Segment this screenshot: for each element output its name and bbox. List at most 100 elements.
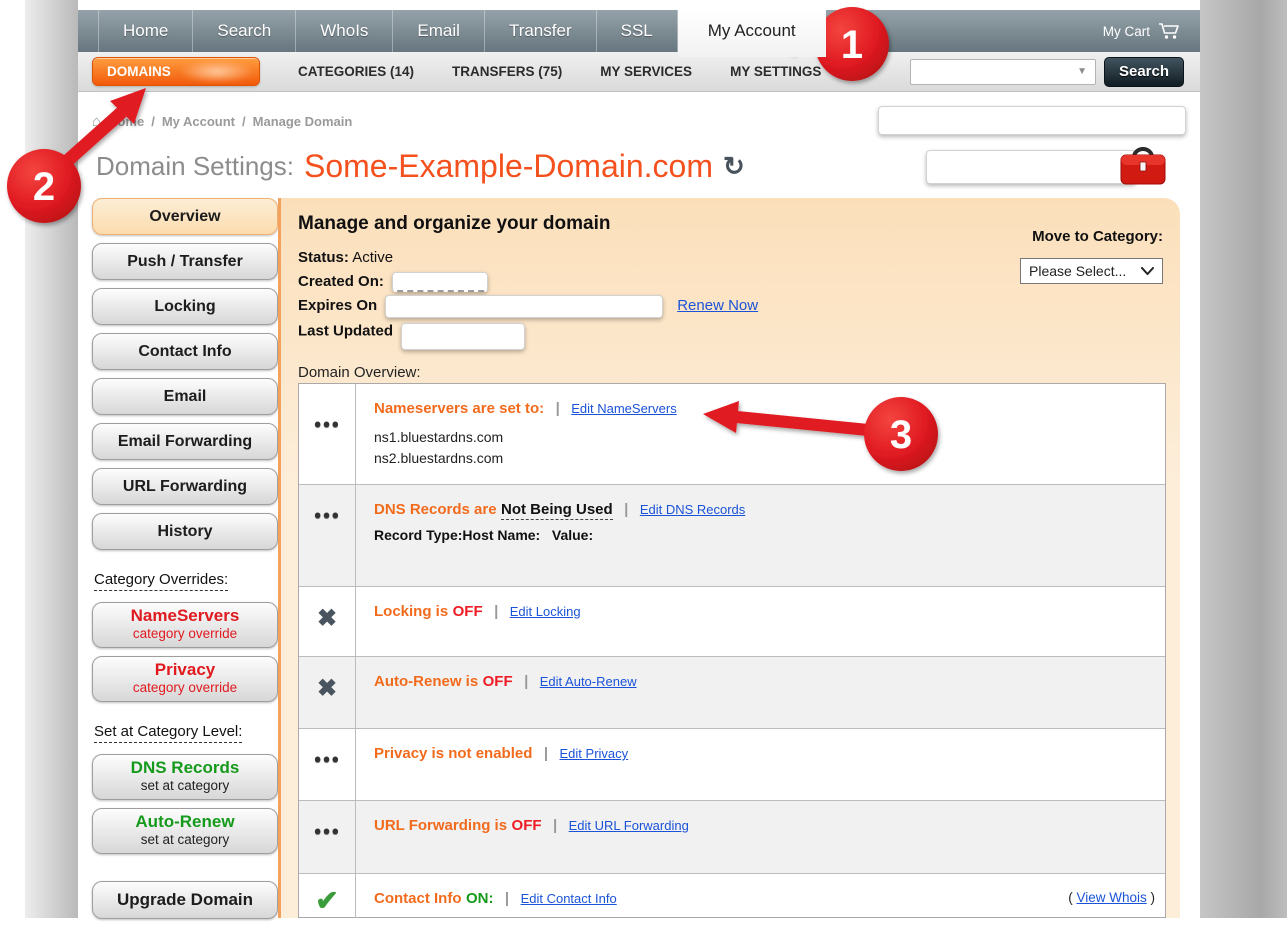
created-line: Created On: [298, 270, 758, 294]
window-edge-right [1200, 0, 1287, 918]
my-cart-label: My Cart [1103, 24, 1150, 39]
sidebar-item-dns-records-category[interactable]: DNS Records set at category [92, 754, 278, 800]
row-content: Nameservers are set to: | Edit NameServe… [356, 384, 1165, 484]
override-title: Privacy [93, 660, 277, 680]
created-label: Created On: [298, 273, 384, 290]
category-title: DNS Records [93, 758, 277, 778]
renew-now-link[interactable]: Renew Now [677, 297, 758, 314]
subnav-item-transfers[interactable]: TRANSFERS (75) [452, 64, 562, 79]
sidebar-item-auto-renew-category[interactable]: Auto-Renew set at category [92, 808, 278, 854]
override-sub: category override [93, 680, 277, 696]
top-nav: Home Search WhoIs Email Transfer SSL My … [78, 10, 1200, 52]
subnav-item-categories[interactable]: CATEGORIES (14) [298, 64, 414, 79]
redacted-updated-date [401, 323, 525, 350]
sidebar-item-email[interactable]: Email [92, 378, 278, 415]
nav-tab-transfer[interactable]: Transfer [485, 10, 597, 52]
expires-line: Expires OnRenew Now [298, 294, 758, 318]
updated-line: Last Updated [298, 318, 758, 345]
nav-tab-whois[interactable]: WhoIs [296, 10, 393, 52]
sidebar-item-contact-info[interactable]: Contact Info [92, 333, 278, 370]
edit-nameservers-link[interactable]: Edit NameServers [571, 401, 676, 416]
combo-dropdown-icon[interactable]: ▼ [1077, 66, 1087, 77]
category-overrides-label: Category Overrides: [94, 571, 228, 591]
redacted-expire-date [385, 295, 663, 318]
separator: | [505, 890, 509, 907]
row-content: URL Forwarding is OFF | Edit URL Forward… [356, 801, 1165, 873]
row-status: OFF [483, 673, 513, 690]
dns-record-headers: Record Type:Host Name: Value: [374, 527, 1151, 543]
icon-cell: ●●● [299, 729, 356, 800]
ellipsis-icon: ●●● [314, 823, 341, 838]
set-at-category-label: Set at Category Level: [94, 723, 242, 743]
row-content: Auto-Renew is OFF | Edit Auto-Renew [356, 657, 1165, 728]
domain-overview-label: Domain Overview: [298, 364, 421, 381]
sidebar-item-locking[interactable]: Locking [92, 288, 278, 325]
toolbox-icon[interactable] [1118, 141, 1168, 189]
nav-tab-email[interactable]: Email [393, 10, 485, 52]
domain-overview-table: ●●● Nameservers are set to: | Edit NameS… [298, 383, 1166, 918]
edit-privacy-link[interactable]: Edit Privacy [560, 746, 629, 761]
subnav-item-my-services[interactable]: MY SERVICES [600, 64, 692, 79]
nav-tab-my-account[interactable]: My Account [678, 10, 826, 57]
subnav-domains-button[interactable]: DOMAINS [92, 57, 260, 86]
row-title: Locking is [374, 603, 448, 620]
row-title: Contact Info [374, 890, 462, 907]
status-line: Status: Active [298, 246, 758, 270]
edit-dns-records-link[interactable]: Edit DNS Records [640, 502, 745, 517]
edit-contact-info-link[interactable]: Edit Contact Info [521, 891, 617, 906]
sidebar-item-nameservers-override[interactable]: NameServers category override [92, 602, 278, 648]
edit-auto-renew-link[interactable]: Edit Auto-Renew [540, 674, 637, 689]
search-button[interactable]: Search [1104, 57, 1184, 87]
x-icon: ✖ [317, 679, 337, 699]
domain-search-input[interactable]: ▼ [910, 59, 1096, 85]
sub-nav: DOMAINS CATEGORIES (14) TRANSFERS (75) M… [78, 52, 1200, 92]
sidebar-item-overview[interactable]: Overview [92, 198, 278, 235]
status-label: Status: [298, 249, 349, 266]
screenshot-stage: Home Search WhoIs Email Transfer SSL My … [0, 0, 1287, 931]
icon-cell: ✖ [299, 657, 356, 728]
nameserver-2: ns2.bluestardns.com [374, 448, 1151, 469]
row-content: Locking is OFF | Edit Locking [356, 587, 1165, 656]
category-select[interactable]: Please Select... [1020, 258, 1163, 284]
view-whois-link[interactable]: View Whois [1076, 890, 1146, 905]
sidebar-item-url-forwarding[interactable]: URL Forwarding [92, 468, 278, 505]
row-title: Auto-Renew is [374, 673, 478, 690]
separator: | [524, 673, 528, 690]
edit-locking-link[interactable]: Edit Locking [510, 604, 581, 619]
nav-tab-home[interactable]: Home [98, 10, 193, 52]
page-title: Domain Settings: Some-Example-Domain.com… [96, 148, 745, 185]
main-panel: Manage and organize your domain Status: … [278, 198, 1180, 918]
table-row-contact-info: ✔ Contact Info ON: | Edit Contact Info (… [299, 873, 1165, 918]
sidebar: Overview Push / Transfer Locking Contact… [92, 198, 278, 927]
separator: | [556, 400, 560, 417]
upgrade-domain-button[interactable]: Upgrade Domain [92, 881, 278, 919]
breadcrumb-separator: / [242, 114, 246, 129]
breadcrumb-my-account[interactable]: My Account [162, 114, 235, 129]
my-cart-button[interactable]: My Cart [1103, 10, 1200, 52]
subnav-item-my-settings[interactable]: MY SETTINGS [730, 64, 821, 79]
sidebar-item-email-forwarding[interactable]: Email Forwarding [92, 423, 278, 460]
override-sub: category override [93, 626, 277, 642]
window-edge-left [25, 0, 78, 918]
redaction-smudge [180, 60, 254, 83]
icon-cell: ●●● [299, 384, 356, 484]
sidebar-item-history[interactable]: History [92, 513, 278, 550]
table-row-auto-renew: ✖ Auto-Renew is OFF | Edit Auto-Renew [299, 656, 1165, 728]
page-title-label: Domain Settings: [96, 151, 294, 182]
refresh-icon[interactable]: ↻ [723, 151, 745, 182]
ellipsis-icon: ●●● [314, 507, 341, 522]
paren-close: ) [1151, 890, 1156, 905]
category-sub: set at category [93, 832, 277, 848]
override-title: NameServers [93, 606, 277, 626]
edit-url-forwarding-link[interactable]: Edit URL Forwarding [569, 818, 689, 833]
redacted-created-date [392, 272, 488, 292]
nav-tab-search[interactable]: Search [193, 10, 296, 52]
cart-icon [1158, 23, 1182, 40]
sidebar-item-privacy-override[interactable]: Privacy category override [92, 656, 278, 702]
nav-tab-ssl[interactable]: SSL [597, 10, 678, 52]
row-title: URL Forwarding is [374, 817, 507, 834]
table-row-url-forwarding: ●●● URL Forwarding is OFF | Edit URL For… [299, 800, 1165, 873]
table-row-nameservers: ●●● Nameservers are set to: | Edit NameS… [299, 384, 1165, 484]
breadcrumb-home[interactable]: Home [108, 114, 144, 129]
sidebar-item-push-transfer[interactable]: Push / Transfer [92, 243, 278, 280]
